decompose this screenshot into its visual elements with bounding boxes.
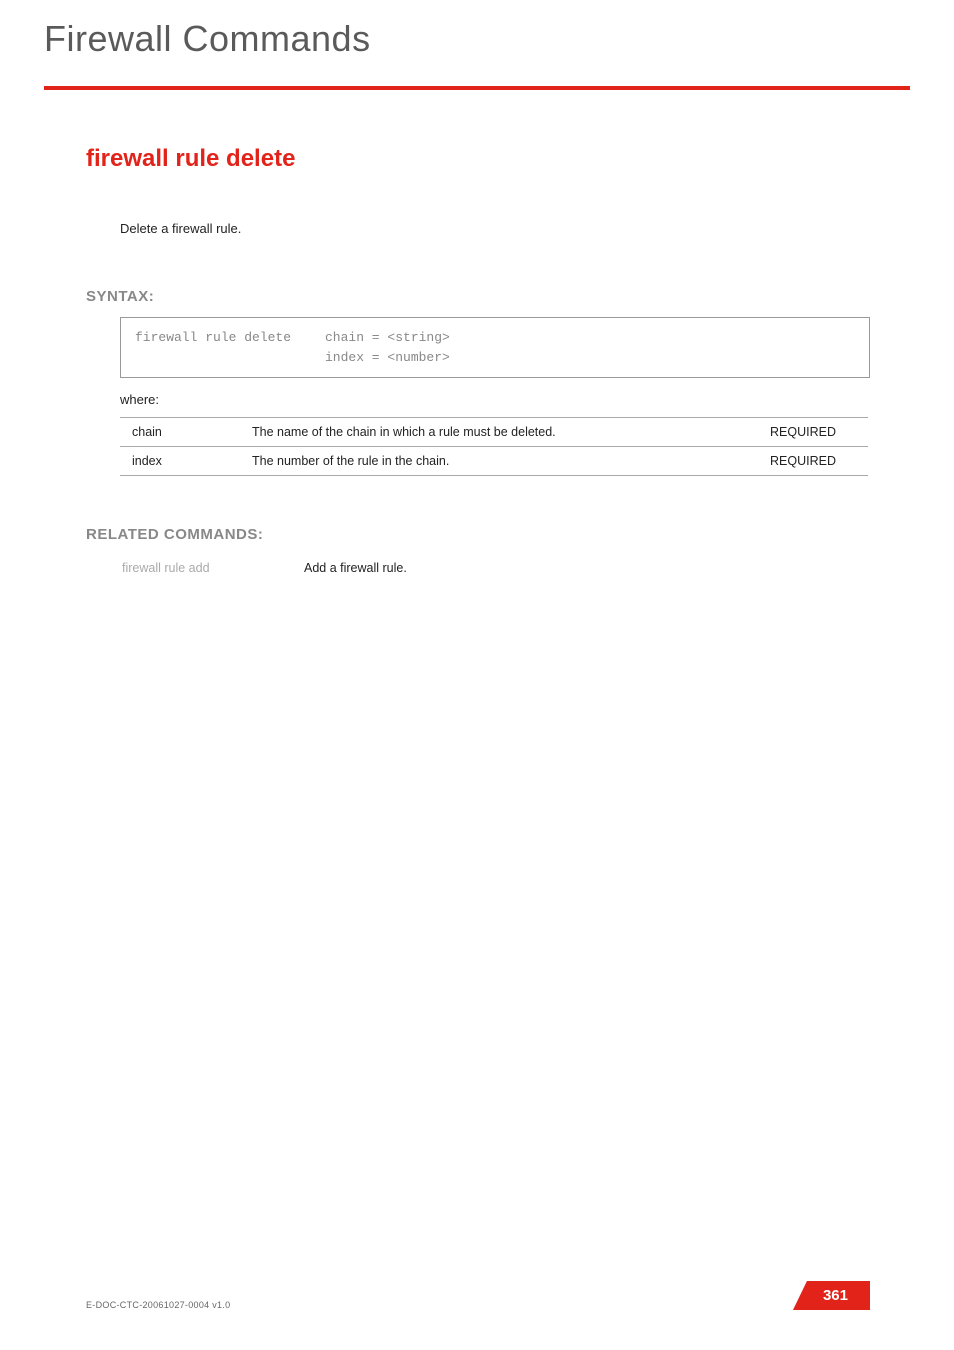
related-cmd-link[interactable]: firewall rule add <box>122 561 302 575</box>
syntax-heading: SYNTAX: <box>86 288 870 305</box>
doc-id: E-DOC-CTC-20061027-0004 v1.0 <box>86 1300 230 1310</box>
syntax-cmd-blank <box>135 348 325 368</box>
related-table: firewall rule add Add a firewall rule. <box>120 555 409 581</box>
table-row: firewall rule add Add a firewall rule. <box>122 557 407 579</box>
table-row: index The number of the rule in the chai… <box>120 447 868 476</box>
syntax-cmd: firewall rule delete <box>135 328 325 348</box>
footer: E-DOC-CTC-20061027-0004 v1.0 361 <box>86 1281 870 1310</box>
syntax-arg-2: index = <number> <box>325 348 450 368</box>
param-table: chain The name of the chain in which a r… <box>120 417 868 476</box>
accent-rule <box>44 86 910 90</box>
command-title: firewall rule delete <box>86 145 870 173</box>
syntax-box: firewall rule deletechain = <string>inde… <box>120 317 870 378</box>
page-number: 361 <box>793 1281 870 1310</box>
related-cmd-desc: Add a firewall rule. <box>304 561 407 575</box>
table-row: chain The name of the chain in which a r… <box>120 418 868 447</box>
related-heading: RELATED COMMANDS: <box>86 526 870 543</box>
syntax-arg-1: chain = <string> <box>325 328 450 348</box>
param-req: REQUIRED <box>758 447 868 476</box>
where-label: where: <box>120 392 870 407</box>
command-intro: Delete a firewall rule. <box>120 221 870 236</box>
param-desc: The name of the chain in which a rule mu… <box>240 418 758 447</box>
param-req: REQUIRED <box>758 418 868 447</box>
page-title: Firewall Commands <box>44 18 371 60</box>
param-name: chain <box>120 418 240 447</box>
content-area: firewall rule delete Delete a firewall r… <box>86 145 870 581</box>
param-desc: The number of the rule in the chain. <box>240 447 758 476</box>
param-name: index <box>120 447 240 476</box>
